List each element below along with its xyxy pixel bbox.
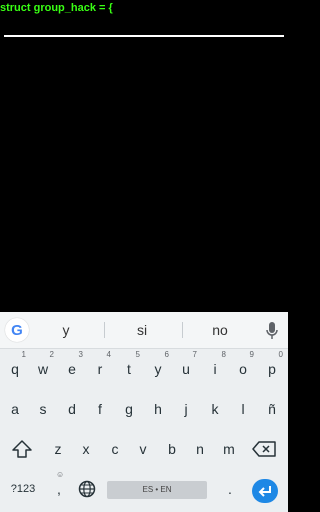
space-bar[interactable]: ES • EN — [107, 481, 207, 499]
key-r[interactable]: r4 — [87, 350, 113, 384]
key-b[interactable]: b — [159, 434, 185, 464]
on-screen-keyboard: G y si no q1 w2 e3 r4 t5 y6 u7 i8 o9 p0 … — [0, 312, 288, 512]
key-h[interactable]: h — [145, 394, 171, 424]
key-o[interactable]: o9 — [230, 350, 256, 384]
key-row-2: a s d f g h j k l ñ — [0, 394, 288, 424]
symbols-key[interactable]: ?123 — [6, 474, 40, 504]
key-a[interactable]: a — [2, 394, 28, 424]
suggestion-divider — [182, 322, 183, 338]
key-z[interactable]: z — [45, 434, 71, 464]
code-line: struct group_hack = { — [0, 2, 113, 14]
key-period[interactable]: . — [217, 474, 243, 504]
key-p[interactable]: p0 — [259, 350, 285, 384]
text-field-underline[interactable] — [4, 35, 284, 37]
key-d[interactable]: d — [59, 394, 85, 424]
key-w[interactable]: w2 — [30, 350, 56, 384]
backspace-icon[interactable] — [252, 441, 276, 457]
key-m[interactable]: m — [216, 434, 242, 464]
globe-icon[interactable] — [78, 480, 96, 498]
key-e[interactable]: e3 — [59, 350, 85, 384]
key-i[interactable]: i8 — [202, 350, 228, 384]
suggestion-2[interactable]: si — [112, 312, 172, 348]
key-y[interactable]: y6 — [145, 350, 171, 384]
key-n-tilde[interactable]: ñ — [259, 394, 285, 424]
emoji-hint-icon: ☺ — [56, 470, 65, 479]
key-s[interactable]: s — [30, 394, 56, 424]
key-q[interactable]: q1 — [2, 350, 28, 384]
key-g[interactable]: g — [116, 394, 142, 424]
key-l[interactable]: l — [230, 394, 256, 424]
key-row-3: z x c v b n m — [0, 434, 288, 464]
suggestion-1[interactable]: y — [36, 312, 96, 348]
key-j[interactable]: j — [173, 394, 199, 424]
key-n[interactable]: n — [187, 434, 213, 464]
suggestion-3[interactable]: no — [190, 312, 250, 348]
key-k[interactable]: k — [202, 394, 228, 424]
key-row-bottom: ?123 , ☺ ES • EN . — [0, 470, 288, 504]
shift-icon[interactable] — [12, 440, 32, 458]
key-v[interactable]: v — [130, 434, 156, 464]
microphone-icon[interactable] — [264, 321, 280, 341]
enter-button[interactable] — [252, 479, 278, 503]
key-c[interactable]: c — [102, 434, 128, 464]
key-t[interactable]: t5 — [116, 350, 142, 384]
key-f[interactable]: f — [87, 394, 113, 424]
google-g-icon[interactable]: G — [5, 318, 29, 342]
suggestion-bar: G y si no — [0, 312, 288, 349]
key-comma[interactable]: , ☺ — [46, 470, 72, 504]
key-u[interactable]: u7 — [173, 350, 199, 384]
key-x[interactable]: x — [73, 434, 99, 464]
key-row-1: q1 w2 e3 r4 t5 y6 u7 i8 o9 p0 — [0, 350, 288, 384]
suggestion-divider — [104, 322, 105, 338]
enter-arrow-icon — [258, 486, 271, 497]
